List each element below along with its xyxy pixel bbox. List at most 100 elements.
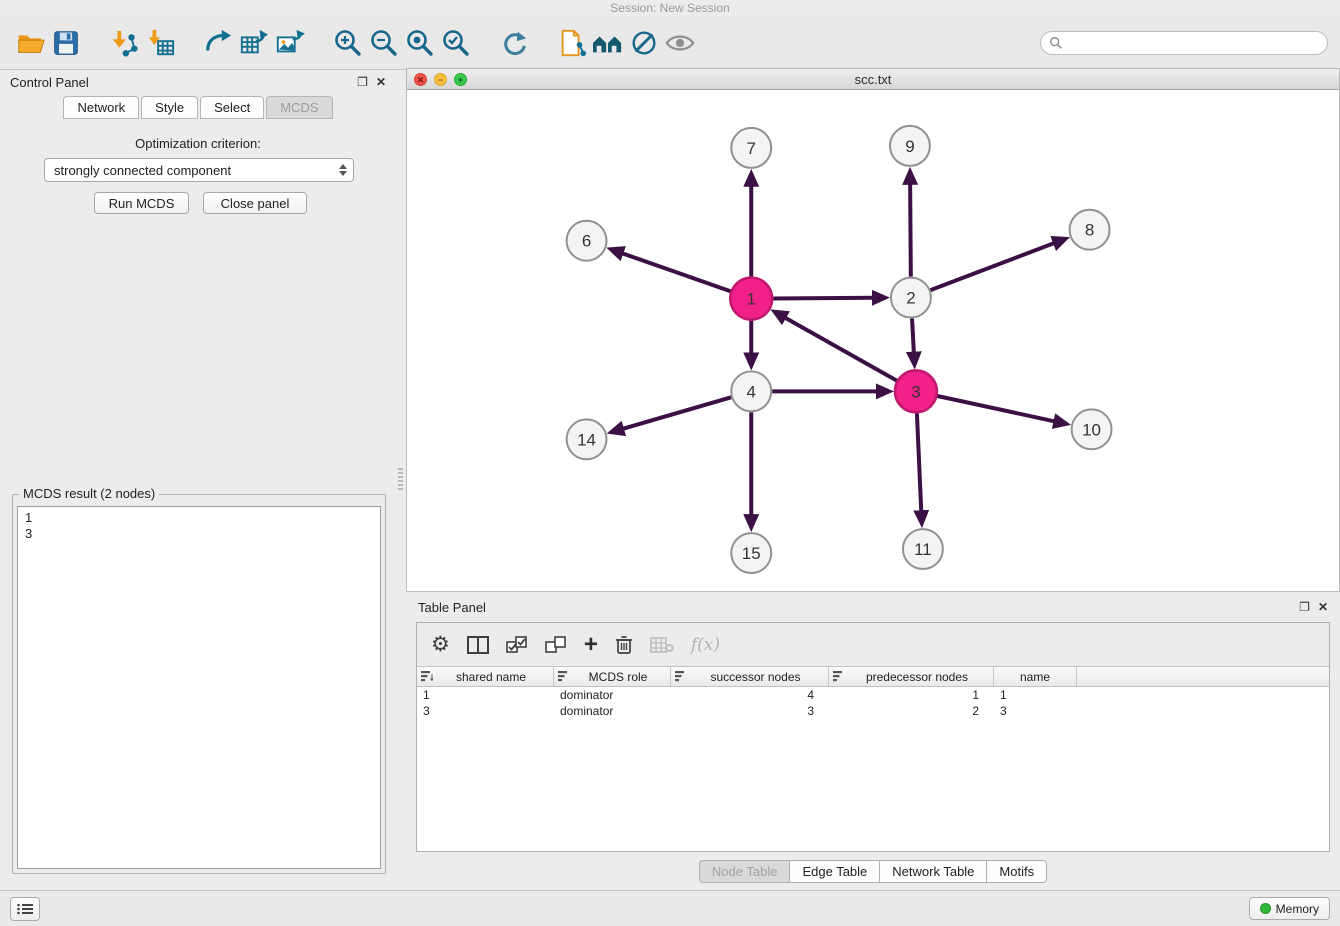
tab-style[interactable]: Style	[141, 96, 198, 119]
preview-button[interactable]	[662, 25, 698, 61]
column-layout-button[interactable]	[467, 630, 489, 660]
hide-selected-button[interactable]	[626, 25, 662, 61]
table-row[interactable]: 3 dominator 3 2 3	[417, 703, 1329, 719]
svg-text:11: 11	[914, 540, 932, 559]
cell-name[interactable]: 3	[994, 704, 1077, 718]
deselect-all-columns-button[interactable]	[545, 630, 567, 660]
import-table-icon	[145, 28, 175, 58]
svg-text:6: 6	[582, 232, 591, 251]
dropdown-selected-value: strongly connected component	[54, 163, 231, 178]
tab-select[interactable]: Select	[200, 96, 264, 119]
close-panel-icon[interactable]: ✕	[376, 76, 386, 88]
optimization-criterion-select[interactable]: strongly connected component	[44, 158, 354, 182]
save-session-button[interactable]	[48, 25, 84, 61]
open-session-button[interactable]	[12, 25, 48, 61]
tab-mcds[interactable]: MCDS	[266, 96, 332, 119]
tab-edge-table[interactable]: Edge Table	[789, 860, 880, 883]
graph-edge-1-2[interactable]	[773, 298, 874, 299]
close-panel-button[interactable]: Close panel	[203, 192, 307, 214]
cell-mcds-role[interactable]: dominator	[554, 704, 671, 718]
add-column-button[interactable]: +	[584, 630, 598, 660]
mcds-result-list[interactable]: 1 3	[17, 506, 381, 869]
delete-table-button[interactable]	[650, 630, 674, 660]
open-folder-icon	[15, 28, 45, 58]
memory-button[interactable]: Memory	[1249, 897, 1330, 920]
zoom-fit-button[interactable]	[402, 25, 438, 61]
graph-node-7[interactable]: 7	[731, 128, 771, 168]
table-settings-button[interactable]: ⚙	[431, 630, 450, 660]
refresh-button[interactable]	[496, 25, 532, 61]
graph-edge-4-14[interactable]	[622, 397, 731, 429]
zoom-in-button[interactable]	[330, 25, 366, 61]
column-header-filler	[1077, 667, 1329, 686]
export-network-button[interactable]	[200, 25, 236, 61]
column-header-mcds-role[interactable]: MCDS role	[554, 667, 671, 686]
tab-node-table[interactable]: Node Table	[699, 860, 791, 883]
graph-node-11[interactable]: 11	[903, 529, 943, 569]
graph-edge-2-3[interactable]	[912, 319, 914, 354]
graph-node-9[interactable]: 9	[890, 126, 930, 166]
float-panel-icon[interactable]: ❐	[1299, 601, 1310, 613]
graph-node-8[interactable]: 8	[1070, 210, 1110, 250]
cell-shared-name[interactable]: 1	[417, 688, 554, 702]
cell-successor-nodes[interactable]: 4	[671, 688, 829, 702]
graph-edge-3-1[interactable]	[784, 317, 896, 380]
graph-node-1[interactable]: 1	[730, 278, 772, 320]
function-builder-button[interactable]: f(x)	[691, 630, 720, 660]
zoom-out-button[interactable]	[366, 25, 402, 61]
graph-node-15[interactable]: 15	[731, 533, 771, 573]
column-header-name[interactable]: name	[994, 667, 1077, 686]
graph-node-4[interactable]: 4	[731, 371, 771, 411]
graph-node-2[interactable]: 2	[891, 278, 931, 318]
export-table-button[interactable]	[236, 25, 272, 61]
table-row[interactable]: 1 dominator 4 1 1	[417, 687, 1329, 703]
plus-icon: +	[584, 633, 598, 657]
export-image-button[interactable]	[272, 25, 308, 61]
cell-predecessor-nodes[interactable]: 2	[829, 704, 994, 718]
close-panel-icon[interactable]: ✕	[1318, 601, 1328, 613]
float-panel-icon[interactable]: ❐	[357, 76, 368, 88]
tab-network[interactable]: Network	[63, 96, 139, 119]
column-header-predecessor-nodes[interactable]: predecessor nodes	[829, 667, 994, 686]
tab-network-table[interactable]: Network Table	[879, 860, 987, 883]
svg-text:8: 8	[1085, 221, 1094, 240]
brush-slash-icon	[629, 28, 659, 58]
run-mcds-button[interactable]: Run MCDS	[94, 192, 189, 214]
graph-node-14[interactable]: 14	[567, 419, 607, 459]
panel-splitter[interactable]	[396, 70, 406, 890]
network-graph[interactable]: 7 9 6 8 1 2 4 3 14 10 15 11	[407, 90, 1339, 591]
search-field[interactable]	[1040, 31, 1328, 55]
task-history-button[interactable]	[10, 897, 40, 921]
graph-edge-3-10[interactable]	[937, 396, 1055, 422]
network-from-clipboard-button[interactable]	[554, 25, 590, 61]
import-table-button[interactable]	[142, 25, 178, 61]
import-network-button[interactable]	[106, 25, 142, 61]
refresh-icon	[499, 28, 529, 58]
tab-motifs[interactable]: Motifs	[986, 860, 1047, 883]
graph-edge-2-9[interactable]	[910, 183, 911, 277]
svg-text:1: 1	[747, 290, 756, 309]
show-all-networks-button[interactable]	[590, 25, 626, 61]
delete-column-button[interactable]	[615, 630, 633, 660]
unchecked-boxes-icon	[545, 636, 567, 654]
graph-edge-3-11[interactable]	[917, 413, 921, 512]
graph-edge-2-8[interactable]	[930, 243, 1055, 290]
network-window-titlebar[interactable]: scc.txt ✕ − +	[406, 68, 1340, 90]
zoom-selected-button[interactable]	[438, 25, 474, 61]
column-header-successor-nodes[interactable]: successor nodes	[671, 667, 829, 686]
export-table-icon	[239, 28, 269, 58]
svg-text:3: 3	[911, 382, 920, 401]
cell-shared-name[interactable]: 3	[417, 704, 554, 718]
cell-successor-nodes[interactable]: 3	[671, 704, 829, 718]
cell-predecessor-nodes[interactable]: 1	[829, 688, 994, 702]
graph-edge-1-6[interactable]	[621, 253, 730, 291]
cell-name[interactable]: 1	[994, 688, 1077, 702]
network-canvas[interactable]: 7 9 6 8 1 2 4 3 14 10 15 11	[406, 90, 1340, 592]
cell-mcds-role[interactable]: dominator	[554, 688, 671, 702]
select-all-columns-button[interactable]	[506, 630, 528, 660]
graph-node-3[interactable]: 3	[895, 370, 937, 412]
column-header-shared-name[interactable]: shared name	[417, 667, 554, 686]
search-input[interactable]	[1063, 36, 1327, 50]
graph-node-10[interactable]: 10	[1072, 409, 1112, 449]
graph-node-6[interactable]: 6	[567, 221, 607, 261]
